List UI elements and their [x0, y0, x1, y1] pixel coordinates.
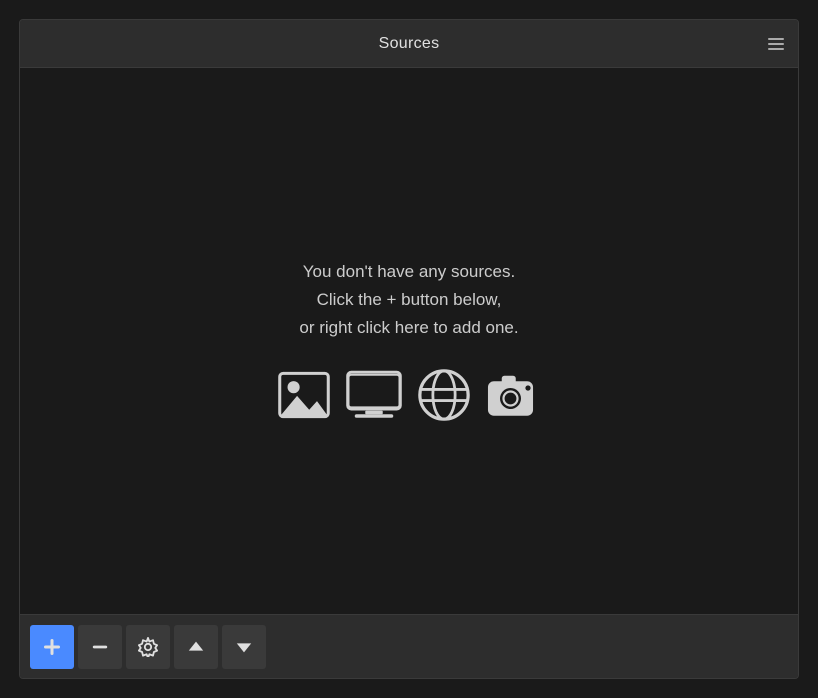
video-capture-icon	[485, 366, 543, 424]
panel-footer	[20, 614, 798, 678]
source-type-icons	[275, 366, 543, 424]
panel-title: Sources	[379, 35, 440, 53]
menu-icon	[768, 38, 784, 50]
move-source-down-button[interactable]	[222, 625, 266, 669]
move-source-up-button[interactable]	[174, 625, 218, 669]
display-capture-icon	[345, 366, 403, 424]
panel-body[interactable]: You don't have any sources. Click the + …	[20, 68, 798, 614]
minus-icon	[91, 638, 109, 656]
gear-icon	[138, 637, 158, 657]
panel-header: Sources	[20, 20, 798, 68]
browser-source-icon	[415, 366, 473, 424]
source-settings-button[interactable]	[126, 625, 170, 669]
empty-state-message: You don't have any sources. Click the + …	[299, 258, 518, 342]
add-source-button[interactable]	[30, 625, 74, 669]
plus-icon	[42, 637, 62, 657]
panel-menu-button[interactable]	[768, 38, 784, 50]
image-source-icon	[275, 366, 333, 424]
remove-source-button[interactable]	[78, 625, 122, 669]
chevron-down-icon	[235, 638, 253, 656]
sources-panel: Sources You don't have any sources. Clic…	[19, 19, 799, 679]
chevron-up-icon	[187, 638, 205, 656]
